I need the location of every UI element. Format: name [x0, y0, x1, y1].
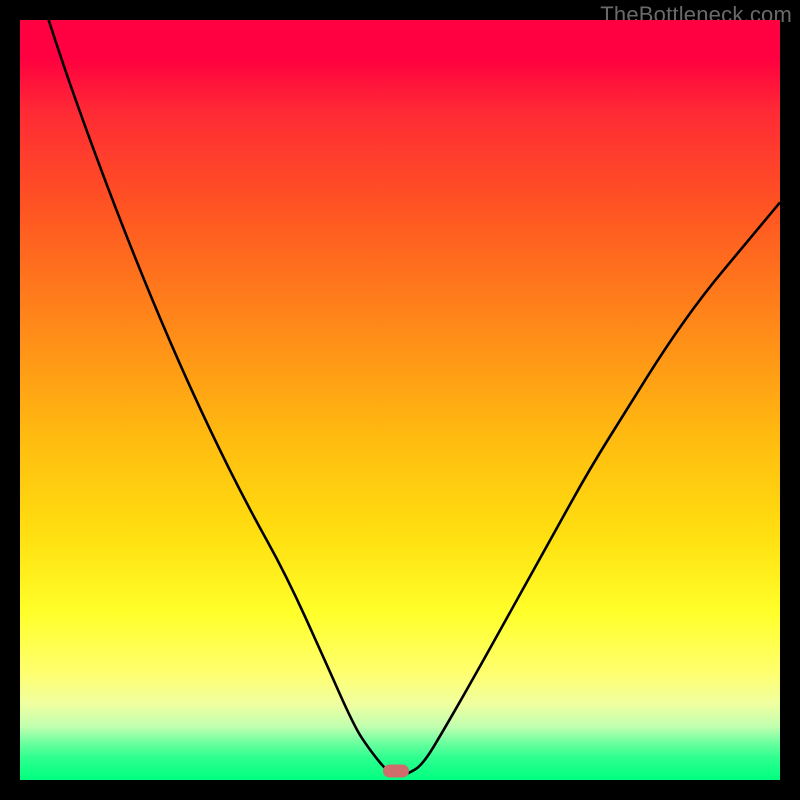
bottleneck-curve	[20, 20, 780, 775]
curve-svg	[20, 20, 780, 780]
chart-container: TheBottleneck.com	[0, 0, 800, 800]
min-marker	[383, 764, 409, 777]
plot-area	[20, 20, 780, 780]
